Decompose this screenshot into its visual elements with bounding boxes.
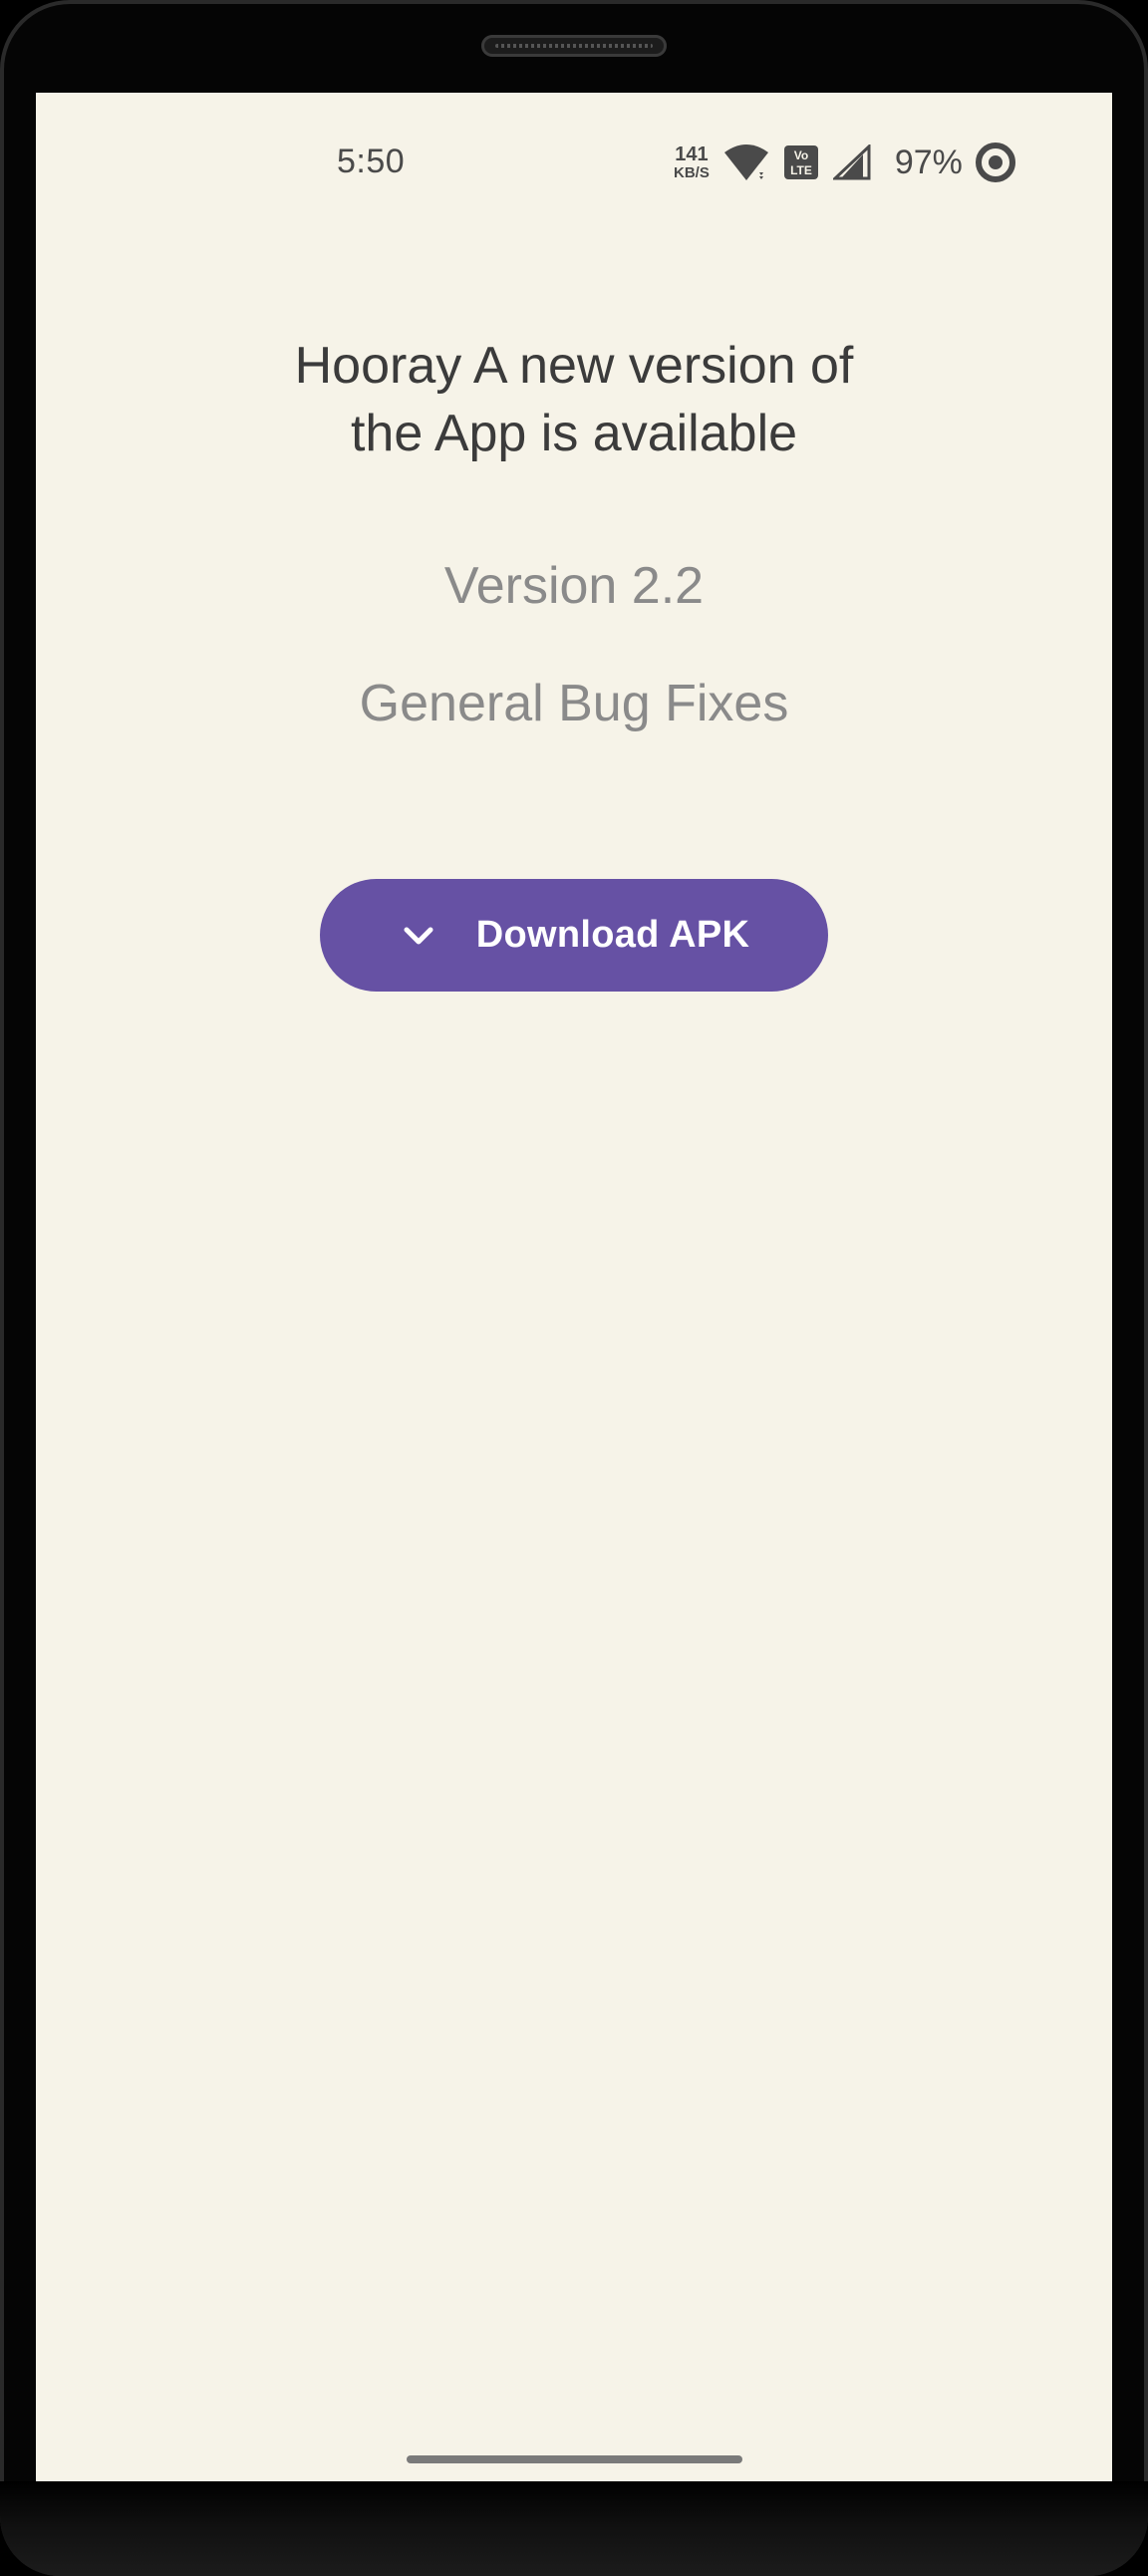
battery-saver-icon (975, 142, 1016, 183)
chevron-down-icon (399, 916, 438, 956)
download-apk-button[interactable]: Download APK (320, 879, 828, 992)
download-apk-label: Download APK (475, 914, 750, 956)
volte-icon: Vo LTE (783, 144, 819, 180)
svg-text:Vo: Vo (794, 148, 808, 162)
network-speed-unit: KB/S (674, 164, 710, 181)
version-label: Version 2.2 (443, 557, 705, 615)
svg-text:LTE: LTE (790, 163, 812, 177)
home-indicator[interactable] (407, 2455, 742, 2463)
cell-signal-icon (832, 144, 871, 180)
wifi-icon (723, 143, 769, 182)
earpiece-speaker (481, 35, 667, 57)
status-bar: 5:50 141 KB/S Vo LTE 97% (36, 93, 1112, 232)
bottom-bezel (0, 2481, 1148, 2576)
phone-frame: 5:50 141 KB/S Vo LTE 97% Hooray A new ve… (0, 0, 1148, 2576)
network-speed: 141 KB/S (674, 144, 710, 180)
update-headline: Hooray A new version of the App is avail… (294, 337, 854, 462)
battery-percent: 97% (894, 143, 963, 181)
network-speed-value: 141 (675, 143, 709, 165)
release-notes: General Bug Fixes (359, 675, 789, 732)
status-time: 5:50 (337, 143, 406, 180)
status-icons: 141 KB/S Vo LTE 97% (674, 141, 1030, 184)
app-screen: 5:50 141 KB/S Vo LTE 97% Hooray A new ve… (36, 93, 1112, 2482)
